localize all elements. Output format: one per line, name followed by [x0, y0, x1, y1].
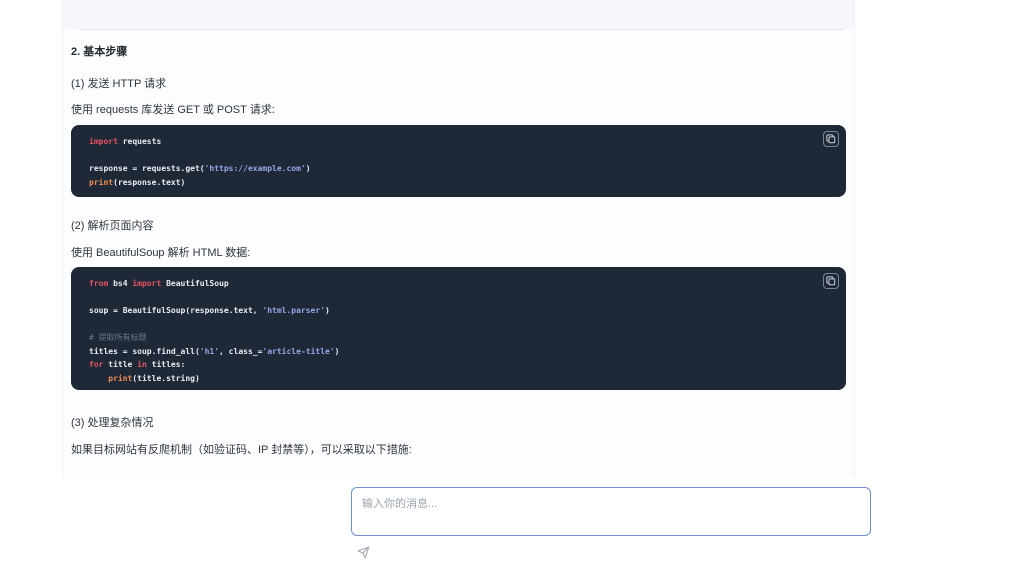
- step-2-title: (2) 解析页面内容: [71, 217, 154, 233]
- copy-icon[interactable]: [823, 131, 839, 147]
- code-content: from bs4 import BeautifulSoup soup = Bea…: [89, 277, 846, 385]
- step-3-title: (3) 处理复杂情况: [71, 414, 154, 430]
- send-icon: [357, 546, 370, 559]
- header-divider: [79, 29, 844, 30]
- section-heading-basic-steps: 2. 基本步骤: [71, 43, 127, 59]
- step-2-description: 使用 BeautifulSoup 解析 HTML 数据:: [71, 244, 250, 260]
- code-block-http-request: import requests response = requests.get(…: [71, 125, 846, 197]
- code-block-beautifulsoup: from bs4 import BeautifulSoup soup = Bea…: [71, 267, 846, 390]
- assistant-message-card: 2. 基本步骤 (1) 发送 HTTP 请求 使用 requests 库发送 G…: [62, 0, 855, 478]
- step-3-description: 如果目标网站有反爬机制（如验证码、IP 封禁等），可以采取以下措施:: [71, 441, 412, 457]
- copy-icon[interactable]: [823, 273, 839, 289]
- send-button[interactable]: [354, 543, 372, 561]
- code-content: import requests response = requests.get(…: [89, 135, 846, 189]
- step-1-description: 使用 requests 库发送 GET 或 POST 请求:: [71, 101, 275, 117]
- chat-page: 2. 基本步骤 (1) 发送 HTTP 请求 使用 requests 库发送 G…: [0, 0, 1024, 567]
- step-1-title: (1) 发送 HTTP 请求: [71, 75, 166, 91]
- message-input[interactable]: [351, 487, 871, 536]
- message-header-band: [63, 0, 854, 29]
